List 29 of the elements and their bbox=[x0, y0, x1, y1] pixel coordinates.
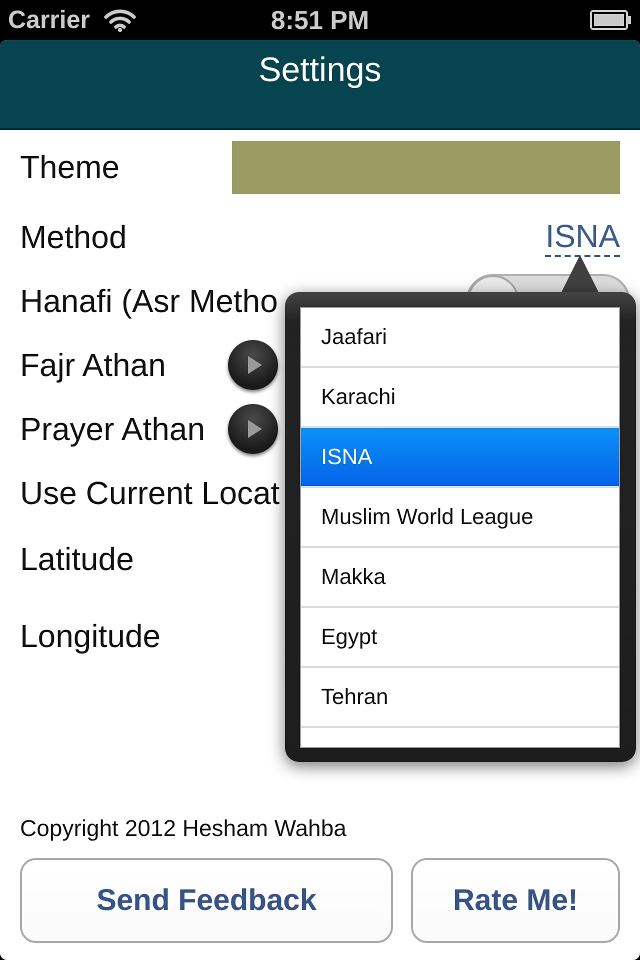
popover-arrow bbox=[560, 255, 600, 293]
play-button[interactable] bbox=[228, 340, 278, 390]
method-option[interactable]: Makka bbox=[301, 548, 619, 608]
footer-button[interactable]: Send Feedback bbox=[20, 858, 393, 943]
setting-label: Method bbox=[20, 218, 127, 256]
method-option[interactable]: Muslim World League bbox=[301, 488, 619, 548]
setting-label: Theme bbox=[20, 148, 120, 186]
footer-button[interactable]: Rate Me! bbox=[411, 858, 620, 943]
wifi-icon bbox=[104, 8, 136, 32]
play-icon bbox=[248, 420, 262, 438]
method-link[interactable]: ISNA bbox=[545, 217, 620, 257]
method-option[interactable]: ISNA bbox=[301, 428, 619, 488]
method-option[interactable]: Tehran bbox=[301, 668, 619, 728]
setting-label: Hanafi (Asr Metho bbox=[20, 282, 278, 320]
theme-swatch[interactable] bbox=[232, 140, 620, 194]
status-time: 8:51 PM bbox=[270, 4, 370, 36]
setting-label: Latitude bbox=[20, 540, 134, 578]
battery-icon bbox=[590, 10, 632, 30]
carrier-name: Carrier bbox=[8, 6, 90, 34]
play-icon bbox=[248, 356, 262, 374]
setting-label: Fajr Athan bbox=[20, 346, 167, 384]
method-option[interactable]: Jaafari bbox=[301, 308, 619, 368]
play-button[interactable] bbox=[228, 404, 278, 454]
setting-label: Longitude bbox=[20, 617, 161, 655]
setting-label: Use Current Locat bbox=[20, 474, 280, 512]
method-option[interactable]: Egypt bbox=[301, 608, 619, 668]
setting-label: Prayer Athan bbox=[20, 410, 206, 448]
copyright-text: Copyright 2012 Hesham Wahba bbox=[20, 814, 346, 842]
nav-title: Settings bbox=[258, 50, 382, 90]
